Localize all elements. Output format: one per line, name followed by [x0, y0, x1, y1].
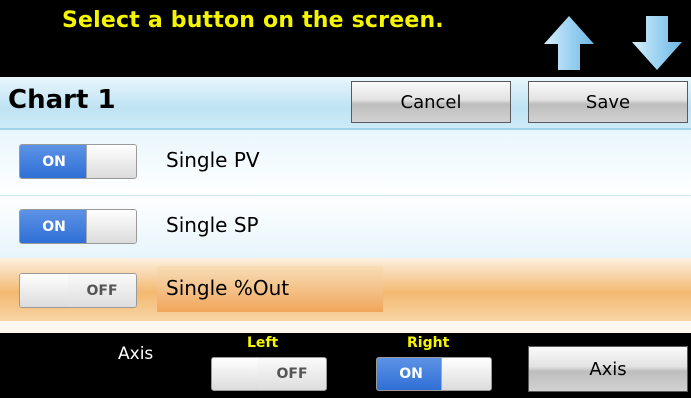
toggle-off-label: OFF [68, 274, 136, 307]
toggle-knob [20, 274, 70, 307]
left-axis-toggle[interactable]: OFF [211, 357, 327, 391]
save-button[interactable]: Save [528, 81, 688, 123]
toggle-knob [86, 145, 136, 178]
cancel-button[interactable]: Cancel [351, 81, 511, 123]
list-item-single-pv: ON Single PV [0, 128, 691, 195]
single-out-toggle[interactable]: OFF [19, 273, 137, 308]
page-title: Chart 1 [8, 85, 116, 115]
axis-button[interactable]: Axis [528, 346, 688, 392]
right-axis-label: Right [407, 335, 450, 351]
toggle-on-label: ON [20, 210, 88, 243]
left-axis-label: Left [247, 335, 279, 351]
top-bar: Select a button on the screen. [0, 0, 691, 77]
row-label: Single SP [166, 213, 259, 237]
list-spacer [0, 321, 691, 333]
row-label: Single %Out [166, 276, 290, 300]
instruction-text: Select a button on the screen. [62, 8, 444, 33]
toggle-knob [86, 210, 136, 243]
up-arrow-icon[interactable] [542, 14, 596, 72]
right-axis-toggle[interactable]: ON [376, 357, 492, 391]
toggle-knob [441, 358, 491, 390]
axis-label: Axis [118, 344, 154, 364]
row-label: Single PV [166, 148, 260, 172]
toggle-knob [212, 358, 262, 390]
single-pv-toggle[interactable]: ON [19, 144, 137, 179]
single-sp-toggle[interactable]: ON [19, 209, 137, 244]
list-item-single-sp: ON Single SP [0, 195, 691, 258]
toggle-on-label: ON [377, 358, 445, 390]
toggle-off-label: OFF [258, 358, 326, 390]
toggle-on-label: ON [20, 145, 88, 178]
down-arrow-icon[interactable] [630, 14, 684, 72]
list-item-single-out: OFF Single %Out [0, 258, 691, 321]
